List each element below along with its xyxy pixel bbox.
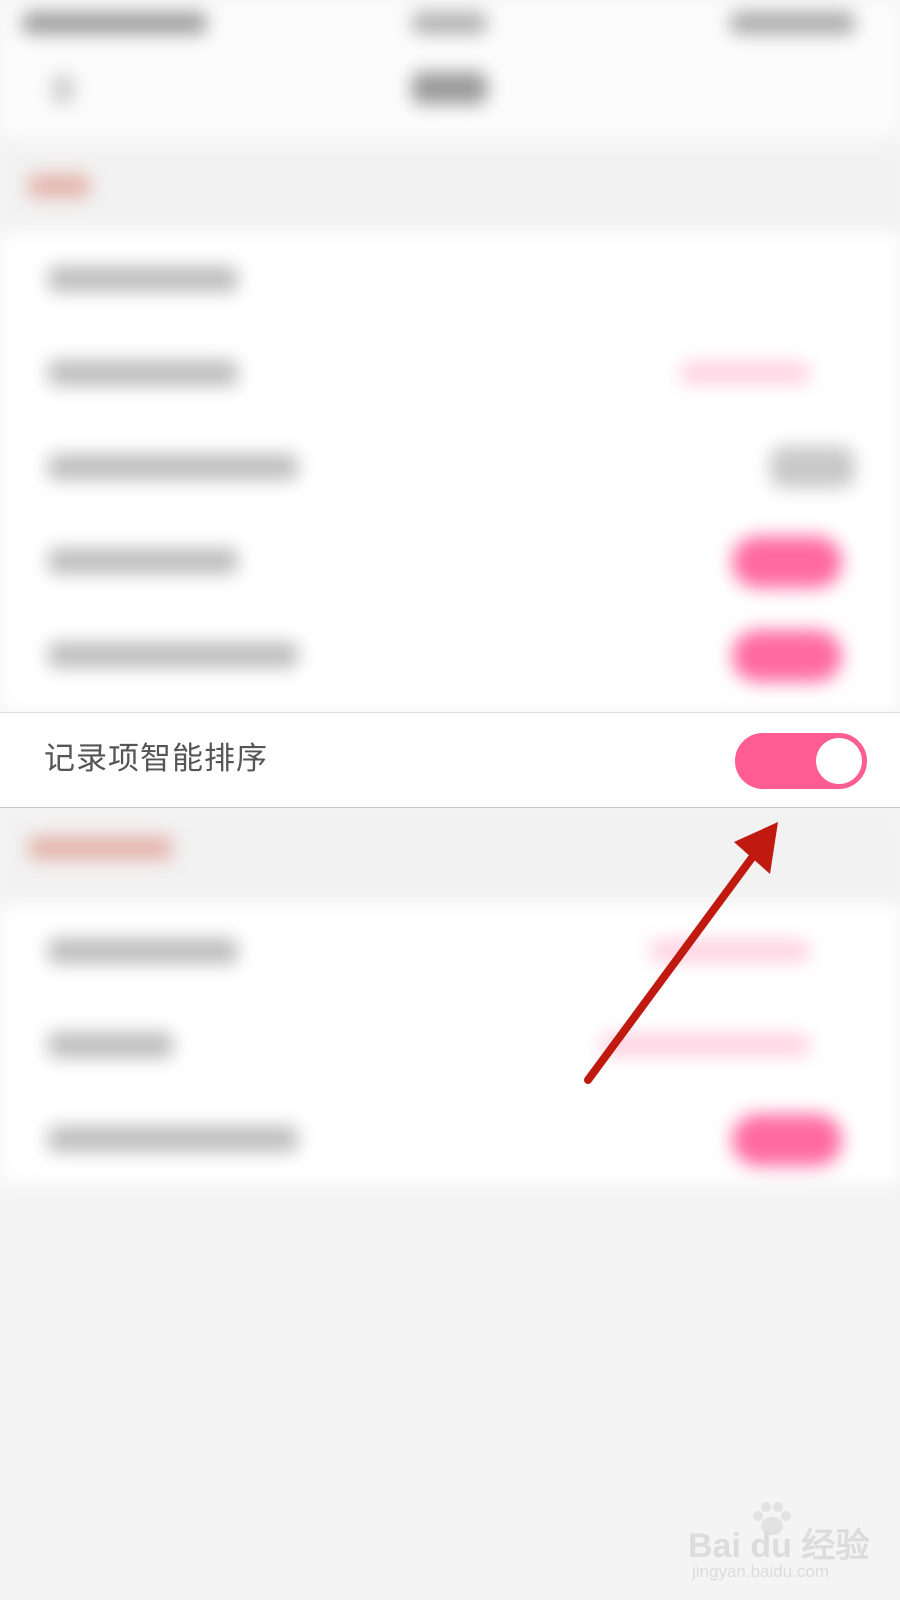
settings-row[interactable] bbox=[0, 998, 900, 1092]
baidu-watermark: Bai du 经验 jingyan.baidu.com bbox=[688, 1500, 870, 1590]
back-icon[interactable] bbox=[52, 74, 74, 104]
settings-row-chip[interactable] bbox=[770, 446, 855, 488]
settings-row[interactable] bbox=[0, 326, 900, 420]
settings-row-label bbox=[48, 454, 298, 480]
section-header-label bbox=[28, 836, 173, 860]
nav-bar bbox=[0, 48, 900, 138]
toggle-switch[interactable] bbox=[732, 536, 842, 588]
section-header-label bbox=[28, 174, 90, 198]
settings-row-label bbox=[48, 642, 298, 668]
settings-row-label bbox=[48, 938, 238, 964]
status-bar-right bbox=[730, 12, 855, 34]
settings-row[interactable] bbox=[0, 420, 900, 514]
status-bar-time bbox=[412, 12, 487, 34]
settings-row-value bbox=[650, 940, 810, 962]
smart-sort-toggle[interactable] bbox=[735, 733, 867, 789]
toggle-knob bbox=[816, 738, 862, 784]
settings-row-label bbox=[48, 266, 238, 292]
settings-row[interactable] bbox=[0, 1092, 900, 1186]
section-header bbox=[0, 808, 900, 904]
settings-group bbox=[0, 232, 900, 712]
toggle-switch[interactable] bbox=[732, 1114, 842, 1166]
settings-row-label bbox=[48, 1032, 173, 1058]
screen: 记录项智能排序 Bai du 经验 jingyan.baidu.com bbox=[0, 0, 900, 1600]
smart-sort-setting-row: 记录项智能排序 bbox=[0, 712, 900, 808]
settings-row[interactable] bbox=[0, 608, 900, 702]
section-header bbox=[0, 140, 900, 232]
page-title bbox=[412, 72, 487, 104]
settings-row-label bbox=[48, 360, 238, 386]
watermark-logo-text: Bai du 经验 bbox=[688, 1527, 870, 1565]
settings-row[interactable] bbox=[0, 904, 900, 998]
status-bar bbox=[0, 0, 900, 48]
watermark-url: jingyan.baidu.com bbox=[692, 1562, 830, 1581]
settings-row-label bbox=[48, 1126, 298, 1152]
toggle-switch[interactable] bbox=[732, 630, 842, 682]
settings-row-label bbox=[48, 548, 238, 574]
settings-row-value bbox=[680, 362, 810, 384]
settings-row-value bbox=[600, 1034, 810, 1056]
settings-row[interactable] bbox=[0, 232, 900, 326]
smart-sort-label: 记录项智能排序 bbox=[44, 741, 268, 777]
settings-group bbox=[0, 904, 900, 1184]
status-bar-left bbox=[22, 12, 207, 34]
settings-row[interactable] bbox=[0, 514, 900, 608]
